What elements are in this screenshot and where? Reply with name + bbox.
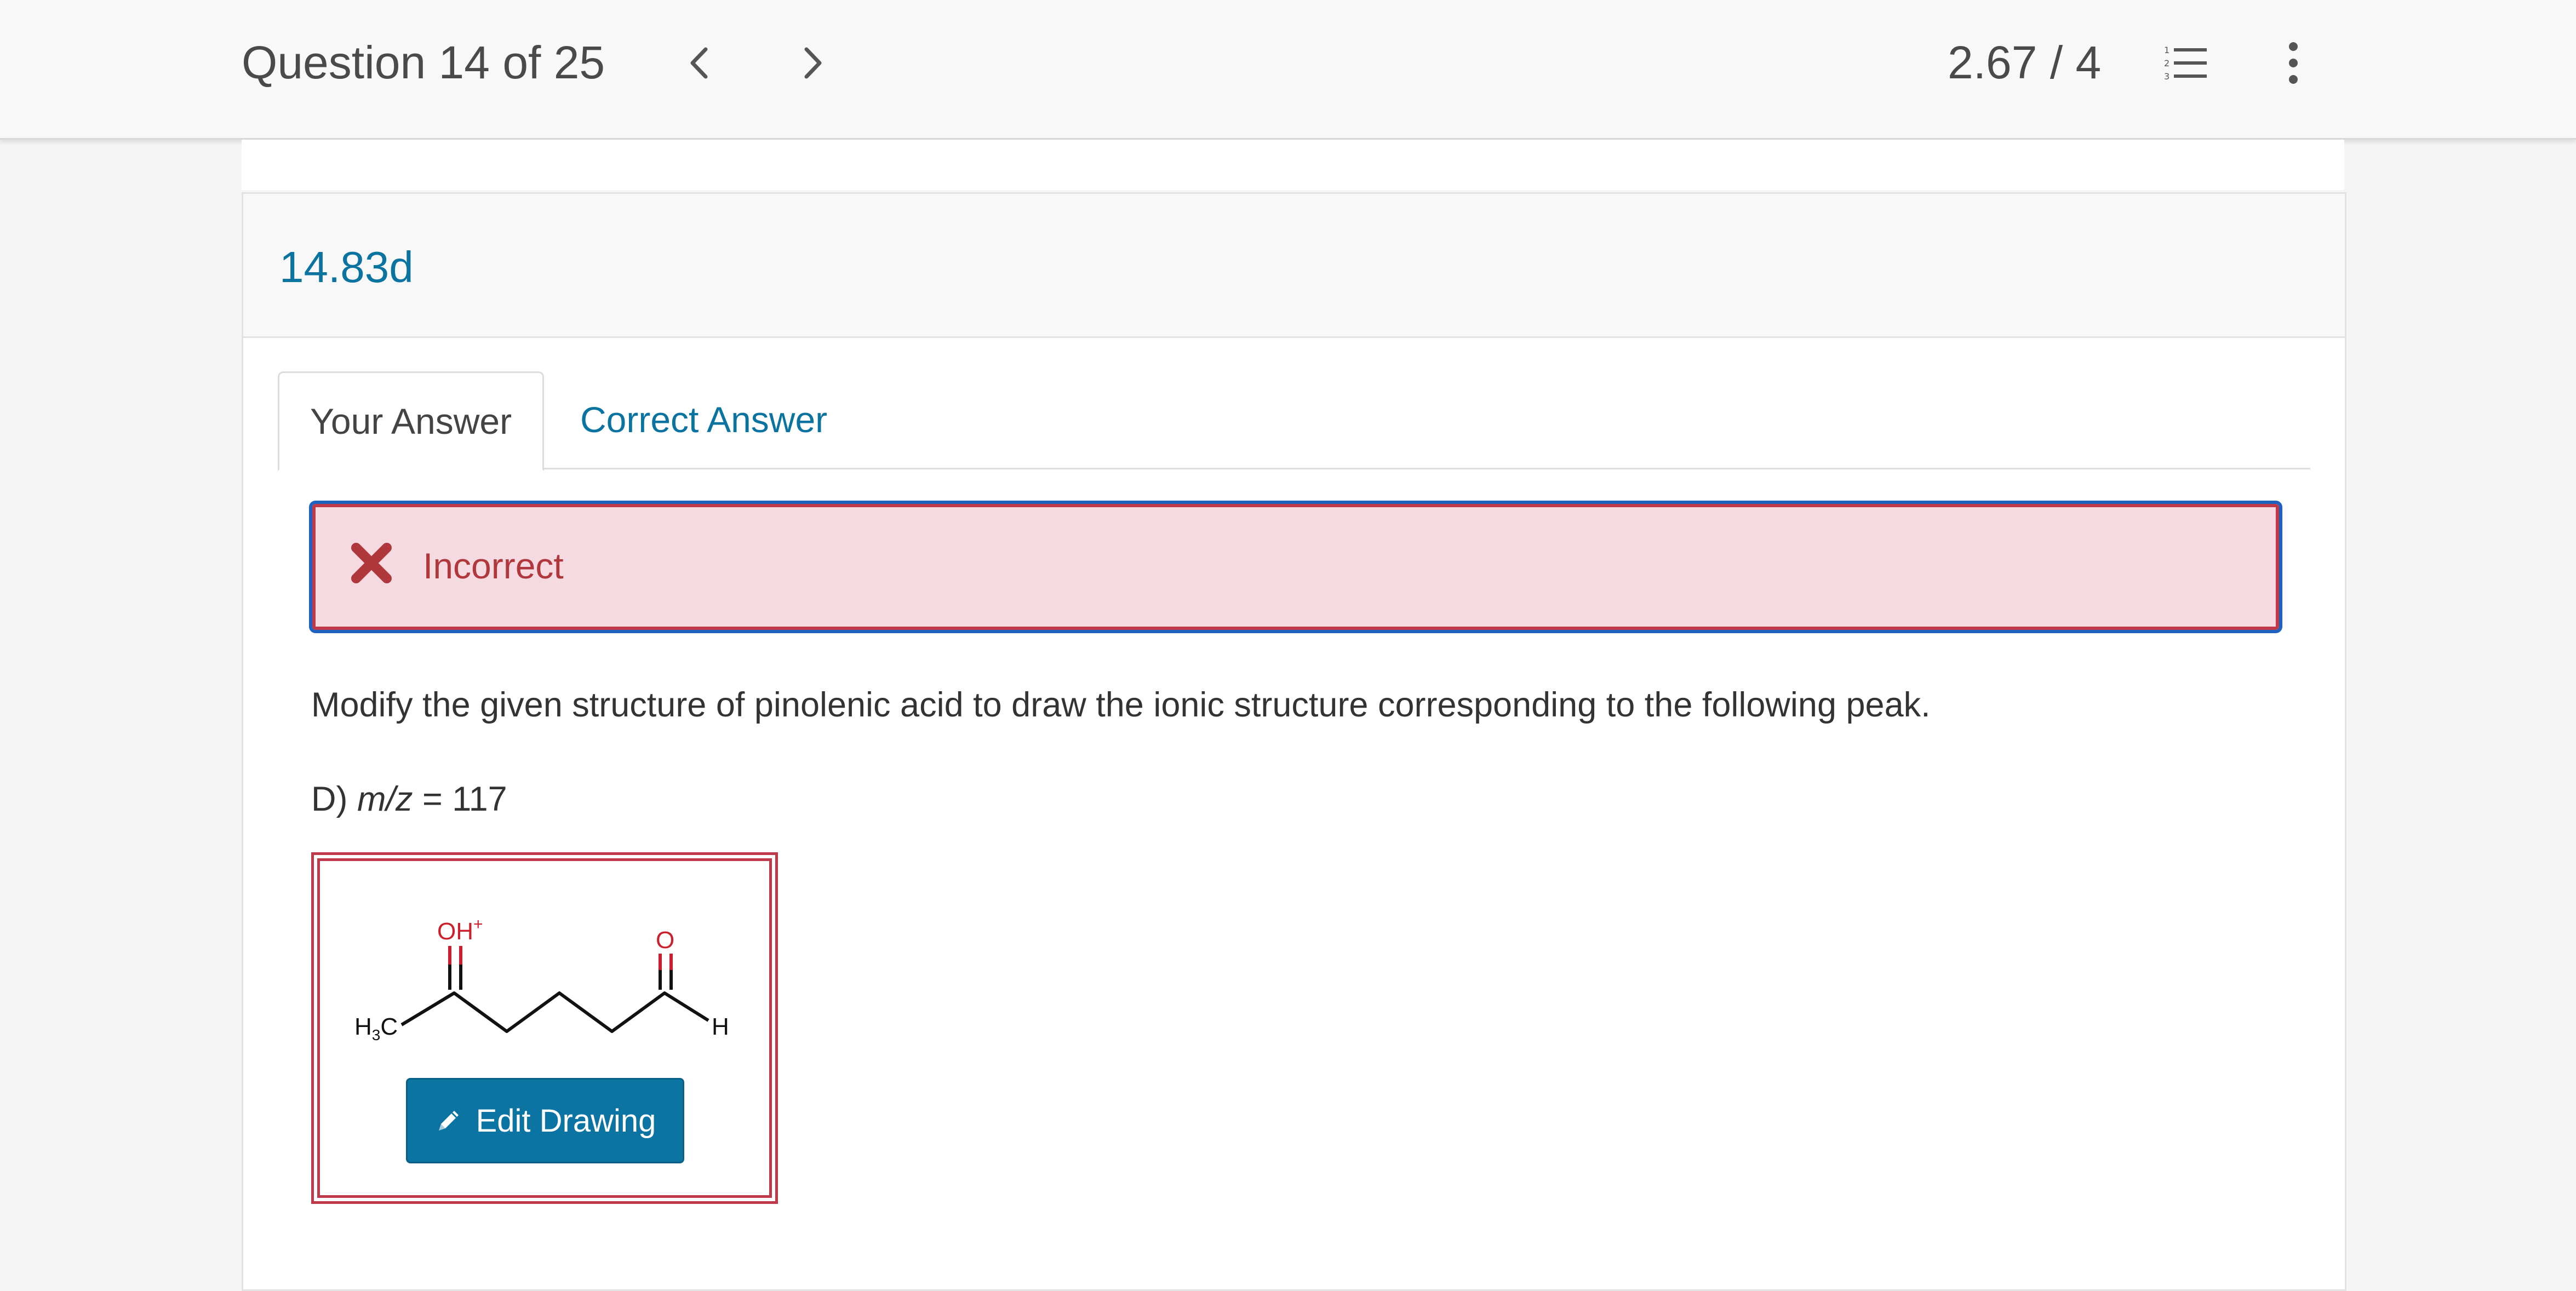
tab-your-answer[interactable]: Your Answer	[278, 371, 544, 471]
previous-question-button[interactable]	[675, 38, 724, 88]
svg-text:2: 2	[2164, 58, 2169, 68]
svg-text:1: 1	[2164, 45, 2169, 55]
x-mark-icon	[351, 543, 392, 583]
oxygen-label: O	[656, 927, 674, 954]
chevron-left-icon	[690, 47, 708, 79]
svg-text:3: 3	[2164, 71, 2169, 82]
score-display: 2.67 / 4	[1948, 37, 2102, 88]
next-question-button[interactable]	[788, 38, 837, 88]
edit-drawing-button[interactable]: Edit Drawing	[406, 1078, 684, 1163]
carbon-chain	[400, 991, 709, 1033]
oh-plus-label: OH+	[437, 915, 483, 945]
part-variable: m/z	[357, 780, 413, 818]
top-bar: Question 14 of 25 2.67 / 4 1 2 3	[0, 0, 2576, 140]
chevron-right-icon	[804, 47, 822, 79]
question-part: D) m/z = 117	[311, 774, 507, 824]
question-header: 14.83d	[243, 194, 2345, 338]
edit-drawing-label: Edit Drawing	[476, 1103, 656, 1139]
structure-drawing-box: H3C OH+ O H Edit Drawing	[311, 852, 778, 1204]
answer-tabs: Your Answer Correct Answer	[278, 371, 2310, 471]
status-text: Incorrect	[423, 546, 564, 586]
h3c-label: H3C	[354, 1013, 398, 1043]
hydrogen-label: H	[712, 1013, 729, 1040]
pencil-icon	[438, 1111, 459, 1131]
part-prefix: D)	[311, 780, 357, 818]
question-card: 14.83d Your Answer Correct Answer Incorr…	[242, 192, 2346, 1291]
question-counter: Question 14 of 25	[242, 37, 605, 88]
question-prompt: Modify the given structure of pinolenic …	[311, 686, 1931, 724]
status-alert: Incorrect	[309, 501, 2282, 633]
part-suffix: = 117	[413, 780, 507, 818]
more-options-button[interactable]	[2266, 38, 2321, 88]
top-strip	[242, 140, 2344, 190]
question-list-button[interactable]: 1 2 3	[2159, 38, 2213, 88]
question-id: 14.83d	[279, 243, 414, 291]
more-vertical-icon	[2289, 42, 2298, 84]
tab-correct-answer[interactable]: Correct Answer	[580, 371, 843, 468]
numbered-list-icon: 1 2 3	[2164, 45, 2207, 82]
molecule-structure: H3C OH+ O H	[354, 915, 729, 1043]
